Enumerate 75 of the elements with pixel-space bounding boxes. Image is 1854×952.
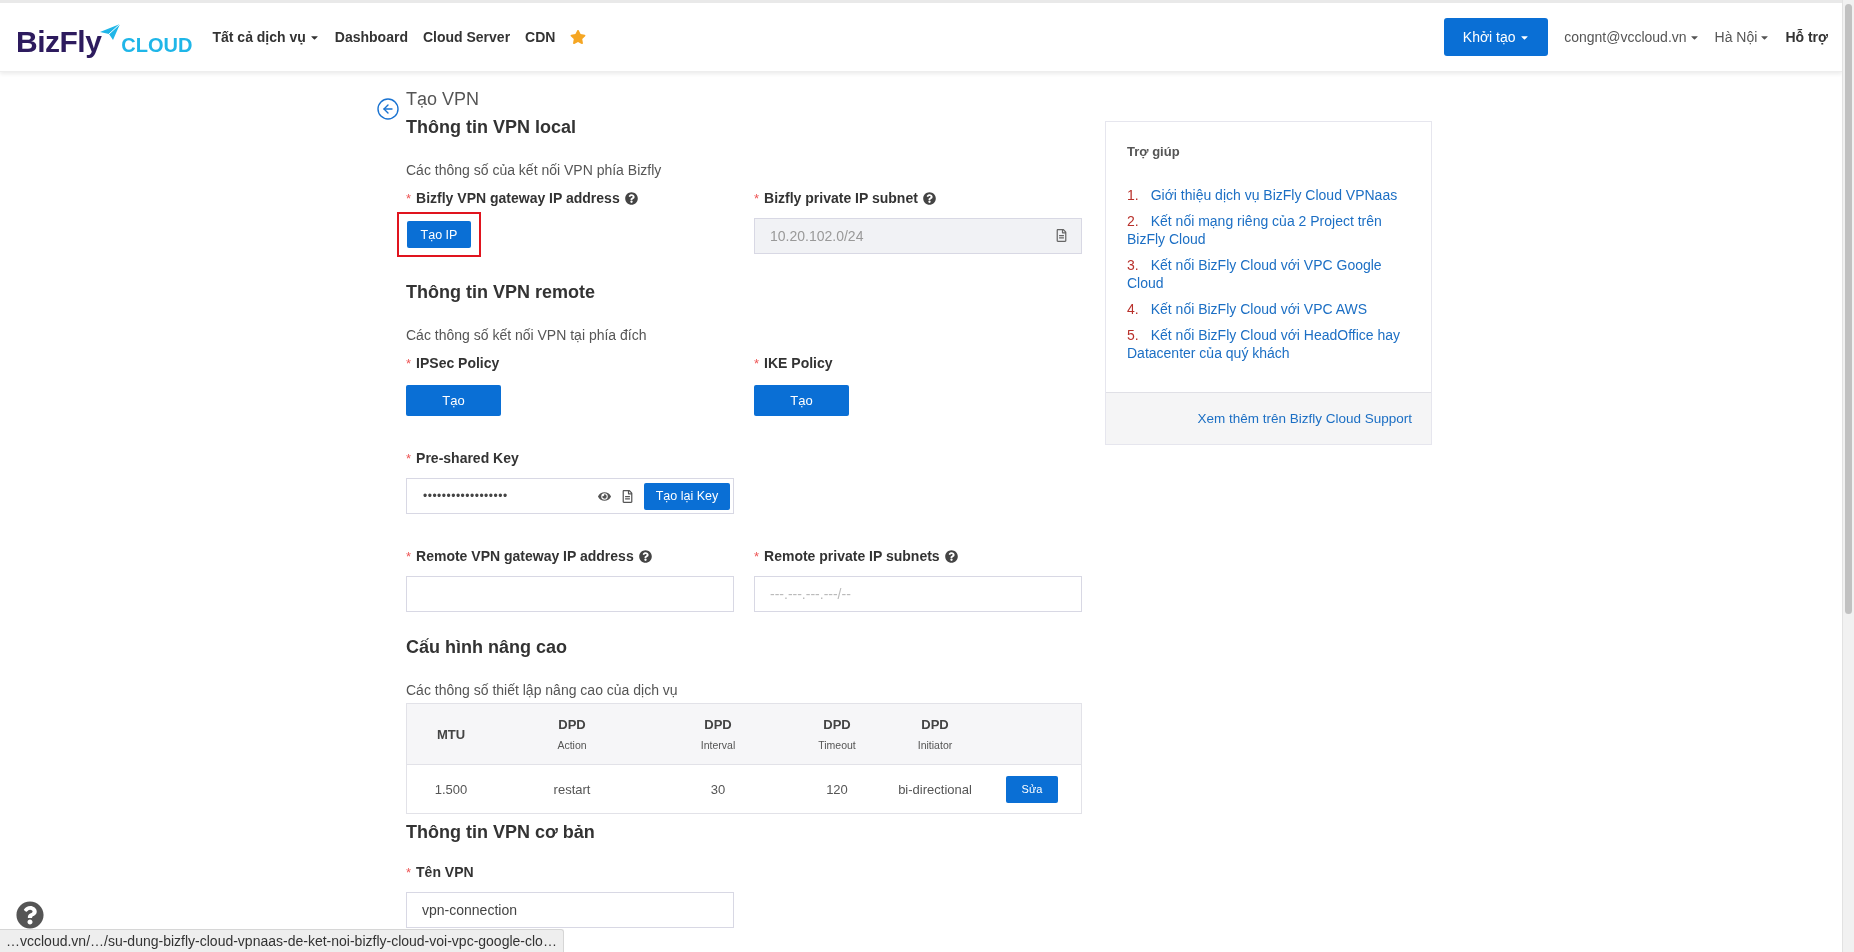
logo-text: CLOUD <box>121 35 193 55</box>
required-mark: * <box>754 548 760 564</box>
table-cell-text: bi-directional <box>897 781 973 797</box>
column-title: MTU <box>436 726 466 742</box>
table-cell-text: restart <box>552 781 592 797</box>
panel-title: Trợ giúp <box>1127 144 1181 159</box>
section-heading: Thông tin VPN cơ bản <box>406 821 596 844</box>
required-mark: * <box>754 190 760 206</box>
nav-link[interactable]: Tất cả dịch vụ <box>212 29 320 45</box>
copy-icon[interactable] <box>1055 229 1068 242</box>
column-title: DPD <box>558 717 586 732</box>
help-link[interactable]: 3. Kết nối BizFly Cloud với VPC Google Cloud <box>1127 256 1410 292</box>
page-title: Tạo VPN <box>406 88 481 111</box>
field-label: Bizfly private IP subnet <box>764 190 918 206</box>
help-icon[interactable] <box>944 549 958 563</box>
field-label: Pre-shared Key <box>416 450 519 466</box>
nav-link[interactable]: Cloud Server <box>422 29 511 45</box>
column-subtitle: Action <box>557 739 587 751</box>
text-field[interactable]: vpn-connection <box>406 892 734 928</box>
back-icon[interactable] <box>376 97 400 123</box>
nav-link[interactable]: CDN <box>525 29 556 45</box>
column-title: DPD <box>704 717 732 732</box>
nav-link[interactable]: Dashboard <box>334 29 408 45</box>
required-mark: * <box>754 355 760 371</box>
regenerate-key-button[interactable]: Tạo lại Key <box>644 482 730 510</box>
help-link[interactable]: 2. Kết nối mạng riêng của 2 Project trên BizFly Cloud <box>1127 212 1410 248</box>
edit-button[interactable]: Sửa <box>1006 775 1058 803</box>
help-link[interactable]: 4. Kết nối BizFly Cloud với VPC AWS <box>1127 300 1410 318</box>
help-icon[interactable] <box>624 191 638 205</box>
key-field[interactable]: •••••••••••••••••• Tạo lại Key <box>406 478 734 514</box>
column-title: DPD <box>921 717 949 732</box>
table-cell-text: 1.500 <box>433 781 469 797</box>
create-button[interactable]: Tạo <box>754 385 849 416</box>
field-label: IPSec Policy <box>416 355 500 371</box>
section-heading: Thông tin VPN remote <box>406 281 596 304</box>
text-field[interactable] <box>406 576 734 612</box>
section-description: Các thông số kết nối VPN tại phía đích <box>406 326 648 344</box>
copy-icon[interactable] <box>621 489 634 503</box>
scrollbar[interactable] <box>1842 0 1854 952</box>
field-label: Remote private IP subnets <box>764 548 940 564</box>
required-mark: * <box>406 450 412 466</box>
create-button[interactable]: Khởi tạo <box>1444 18 1549 56</box>
field-label: IKE Policy <box>764 355 833 371</box>
required-mark: * <box>406 864 412 880</box>
help-icon[interactable] <box>16 901 44 929</box>
help-icon[interactable] <box>638 549 652 563</box>
column-title: DPD <box>823 717 851 732</box>
logo-text: BizFly <box>16 27 102 57</box>
section-heading: Thông tin VPN local <box>406 116 577 139</box>
table-cell-text: 30 <box>709 781 727 797</box>
required-mark: * <box>406 355 412 371</box>
support-link[interactable]: Xem thêm trên Bizfly Cloud Support <box>1197 411 1412 426</box>
section-description: Các thông số thiết lập nâng cao của dịch vụ <box>406 681 679 699</box>
region-menu[interactable]: Hà Nội <box>1714 29 1771 45</box>
account-menu[interactable]: congnt@vccloud.vn <box>1564 29 1700 45</box>
text-field[interactable]: ---.---.---.---/-- <box>754 576 1082 612</box>
column-subtitle: Interval <box>700 739 736 751</box>
column-subtitle: Timeout <box>818 739 856 751</box>
section-description: Các thông số của kết nối VPN phía Bizfly <box>406 161 663 179</box>
field-label: Tên VPN <box>416 864 474 880</box>
eye-icon[interactable] <box>598 489 611 503</box>
section-heading: Cấu hình nâng cao <box>406 636 568 659</box>
link-url: …vccloud.vn/…/su-dung-bizfly-cloud-vpnaas-de-ket-noi-bizfly-cloud-voi-vpc-google-clo… <box>0 929 564 952</box>
required-mark: * <box>406 190 412 206</box>
column-subtitle: Initiator <box>917 739 953 751</box>
help-link[interactable]: 1. Giới thiệu dịch vụ BizFly Cloud VPNaas <box>1127 186 1410 204</box>
create-ip-button[interactable]: Tạo IP <box>407 221 471 248</box>
star-icon[interactable] <box>570 29 587 45</box>
required-mark: * <box>406 548 412 564</box>
support-link[interactable]: Hỗ trợ <box>1785 29 1828 45</box>
table-cell-text: 120 <box>825 781 849 797</box>
help-link[interactable]: 5. Kết nối BizFly Cloud với HeadOffice hay Datacenter của quý khách <box>1127 326 1410 362</box>
field-label: Remote VPN gateway IP address <box>416 548 634 564</box>
create-button[interactable]: Tạo <box>406 385 501 416</box>
field-label: Bizfly VPN gateway IP address <box>416 190 620 206</box>
